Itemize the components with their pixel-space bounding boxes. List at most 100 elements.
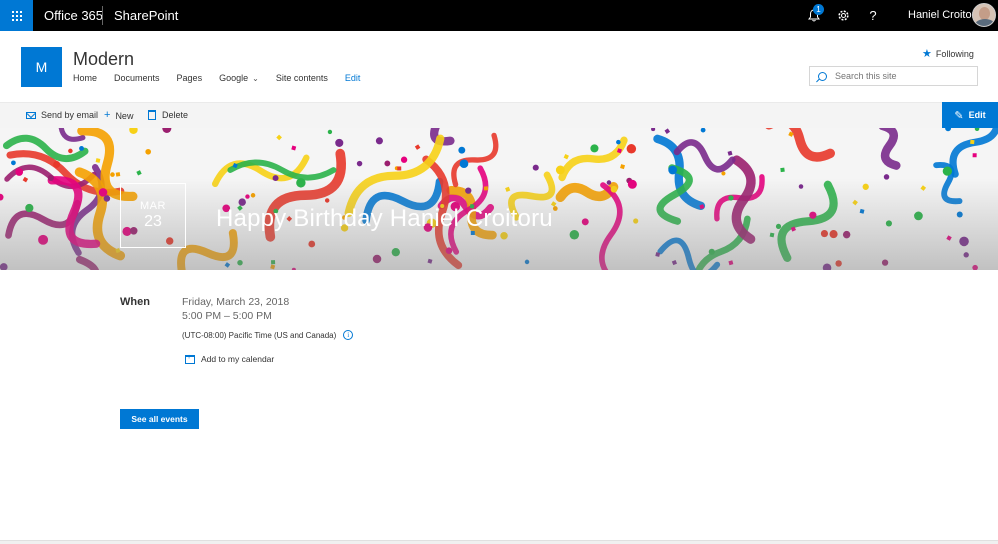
search-icon (818, 71, 827, 81)
confetti-dot (651, 128, 656, 132)
confetti-square (291, 145, 297, 151)
confetti-dot (590, 144, 599, 153)
confetti-dot (555, 165, 565, 175)
event-time-text: 5:00 PM – 5:00 PM (182, 310, 272, 322)
trash-icon (148, 110, 156, 120)
confetti-dot (945, 128, 952, 132)
confetti-square (664, 128, 671, 134)
confetti-dot (616, 139, 621, 145)
notification-badge: 1 (813, 4, 824, 15)
send-by-email-button[interactable]: Send by email (26, 110, 98, 120)
app-launcher-button[interactable] (0, 0, 33, 31)
confetti-ribbon (878, 128, 901, 170)
page-bottom-divider (0, 540, 998, 544)
add-to-calendar-label: Add to my calendar (201, 354, 275, 364)
confetti-dot (974, 128, 980, 132)
confetti-square (95, 158, 101, 163)
confetti-dot (668, 165, 678, 175)
command-bar: Send by email + New Delete (0, 102, 998, 128)
nav-item-documents[interactable]: Documents (114, 73, 160, 83)
confetti-ribbon (673, 139, 736, 173)
confetti-square (563, 154, 569, 160)
confetti-square (397, 166, 402, 171)
confetti-dot (110, 172, 115, 177)
confetti-ribbon (764, 128, 835, 162)
event-date-text: Friday, March 23, 2018 (182, 296, 290, 308)
confetti-dot (356, 160, 363, 167)
avatar-body (975, 19, 995, 26)
help-button[interactable]: ? (864, 6, 882, 24)
waffle-icon (11, 10, 22, 21)
sharepoint-link[interactable]: SharePoint (114, 8, 178, 23)
office-365-link[interactable]: Office 365 (44, 8, 103, 23)
confetti-square (972, 153, 977, 158)
gear-icon (837, 9, 849, 21)
confetti-dot (162, 128, 172, 133)
confetti-square (115, 172, 121, 177)
site-logo[interactable]: M (21, 47, 62, 87)
confetti-dot (400, 156, 408, 163)
confetti-dot (626, 144, 637, 154)
confetti-dot (458, 146, 466, 154)
confetti-dot (459, 159, 469, 169)
confetti-dot (942, 166, 953, 176)
edit-label: Edit (968, 110, 986, 120)
calendar-add-icon (185, 354, 195, 364)
star-icon: ★ (922, 48, 932, 60)
event-title: Happy Birthday Haniel Croitoru (216, 205, 553, 232)
user-name[interactable]: Haniel Croitoru (908, 9, 981, 21)
see-all-events-button[interactable]: See all events (120, 409, 199, 429)
event-banner: MAR 23 Happy Birthday Haniel Croitoru (0, 128, 998, 270)
search-box[interactable] (809, 66, 978, 86)
event-timezone: (UTC-08:00) Pacific Time (US and Canada)… (182, 330, 354, 340)
suite-bar: Office 365 SharePoint 1 ? Haniel Croitor… (0, 0, 998, 31)
search-input[interactable] (835, 71, 975, 81)
chevron-down-icon: ⌄ (252, 73, 259, 83)
confetti-square (970, 139, 975, 145)
confetti-dot (145, 148, 152, 155)
edit-button[interactable]: ✎ Edit (942, 102, 998, 128)
confetti-dot (11, 160, 16, 166)
confetti-dot (53, 160, 61, 168)
nav-item-home[interactable]: Home (73, 73, 97, 83)
new-button[interactable]: + New (104, 110, 133, 121)
confetti-square (620, 164, 626, 170)
mail-icon (26, 111, 36, 119)
confetti-square (780, 167, 785, 173)
pencil-icon: ✎ (954, 109, 964, 122)
plus-icon: + (104, 109, 111, 121)
confetti-dot (384, 160, 391, 167)
nav-item-pages[interactable]: Pages (177, 73, 203, 83)
nav-item-site-contents[interactable]: Site contents (276, 73, 328, 83)
nav-item-google[interactable]: Google ⌄ (219, 73, 259, 83)
nav-edit-link[interactable]: Edit (345, 73, 361, 83)
info-icon[interactable]: i (343, 330, 354, 340)
delete-label: Delete (162, 110, 189, 120)
following-label: Following (935, 48, 974, 59)
nav-item-google-label: Google (219, 73, 249, 83)
suite-divider (102, 6, 103, 25)
following-button[interactable]: ★ Following (922, 47, 974, 60)
confetti-dot (375, 137, 383, 145)
event-date-badge: MAR 23 (120, 183, 186, 248)
event-month: MAR (140, 200, 166, 212)
confetti-square (276, 134, 282, 141)
timezone-label: (UTC-08:00) Pacific Time (US and Canada) (182, 330, 337, 340)
site-navigation: Home Documents Pages Google ⌄ Site conte… (73, 73, 377, 83)
avatar[interactable] (972, 3, 996, 27)
delete-button[interactable]: Delete (148, 110, 188, 120)
confetti-square (414, 144, 421, 150)
site-title[interactable]: Modern (73, 49, 134, 70)
confetti-square (727, 150, 733, 156)
confetti-dot (79, 145, 84, 151)
when-label: When (120, 296, 150, 308)
confetti-dot (68, 148, 73, 154)
confetti-dot (700, 128, 706, 133)
confetti-dot (15, 168, 24, 176)
confetti-dot (532, 164, 539, 171)
add-to-calendar-link[interactable]: Add to my calendar (185, 354, 274, 364)
confetti-square (136, 170, 142, 176)
new-label: New (115, 110, 134, 121)
confetti-dot (129, 128, 138, 135)
settings-button[interactable] (834, 6, 852, 24)
